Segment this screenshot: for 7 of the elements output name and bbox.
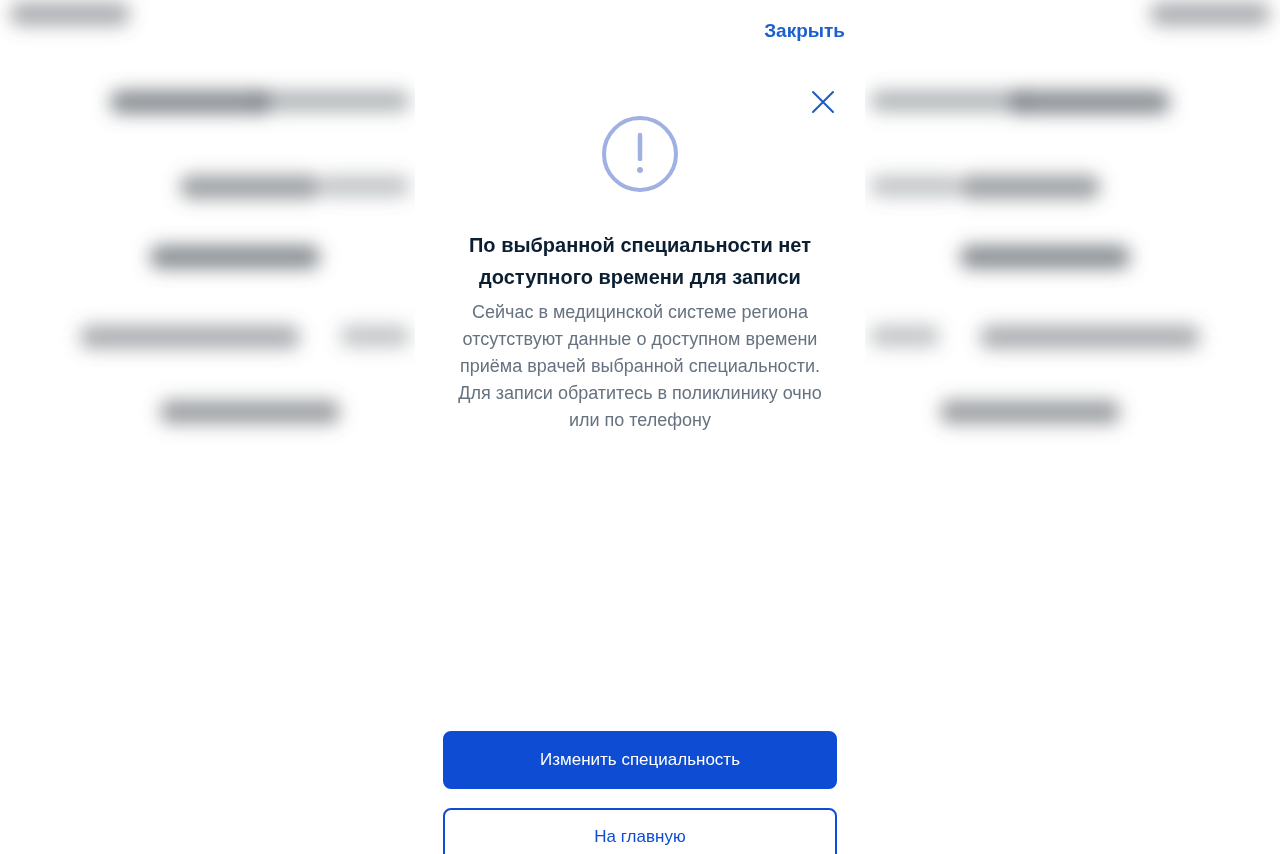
exclamation-icon: [601, 114, 679, 193]
dialog-message: Сейчас в медицинской системе региона отсутствуют данные о доступном времени приёма врачей выбранной специальности. Для записи обратитесь в поликлинику очно или по телефону: [457, 300, 823, 432]
close-link[interactable]: Закрыть: [764, 17, 845, 46]
change-specialty-button[interactable]: Изменить специальность: [443, 731, 837, 789]
dialog-title: По выбранной специальности нет доступного времени для записи: [468, 232, 812, 290]
close-icon[interactable]: [811, 89, 835, 114]
home-button[interactable]: На главную: [443, 808, 837, 854]
